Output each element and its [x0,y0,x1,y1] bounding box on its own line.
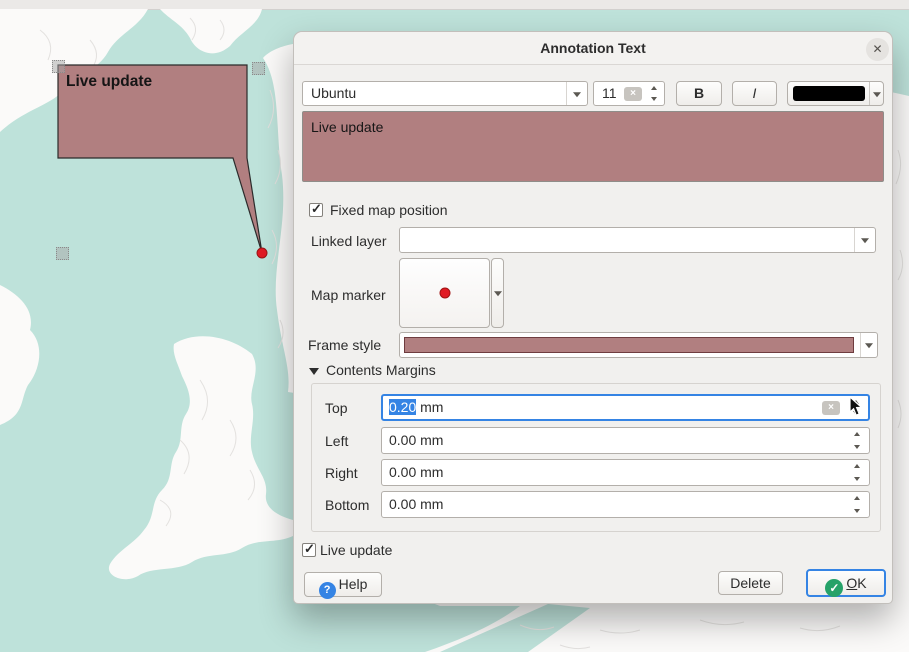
help-icon: ? [319,582,336,599]
map-marker-button[interactable] [399,258,490,328]
frame-style-preview [404,337,854,353]
margin-right-spinbox[interactable]: 0.00 mm [381,459,870,486]
canvas-top-strip [0,0,909,9]
clear-icon[interactable]: × [822,401,840,415]
contents-margins-header[interactable]: Contents Margins [326,362,436,378]
annotation-text-input[interactable]: Live update [302,111,884,182]
fixed-map-position-checkbox[interactable]: ✓ [309,203,323,217]
frame-style-combo[interactable] [399,332,878,358]
mouse-cursor-icon [849,396,864,417]
spin-down-icon[interactable] [854,477,860,481]
ok-button[interactable]: ✓OK [806,569,886,597]
margin-right-value: 0.00 mm [389,460,443,485]
font-family-value: Ubuntu [311,82,356,105]
margin-bottom-spinbox[interactable]: 0.00 mm [381,491,870,518]
check-icon: ✓ [311,201,322,217]
chevron-down-icon [494,291,502,296]
font-color-button[interactable] [787,81,884,106]
margin-top-spinbox[interactable]: 0.20 mm × [381,394,870,421]
italic-button[interactable]: I [732,81,777,106]
annotation-label: Live update [66,73,153,90]
clear-icon[interactable]: × [624,87,642,101]
delete-button[interactable]: Delete [718,571,783,595]
fixed-map-position-label: Fixed map position [330,202,448,218]
close-button[interactable]: ✕ [866,38,889,61]
map-marker-point[interactable] [257,248,267,258]
linked-layer-label: Linked layer [311,233,387,249]
margin-left-spinbox[interactable]: 0.00 mm [381,427,870,454]
check-icon: ✓ [304,541,315,557]
margin-bottom-value: 0.00 mm [389,492,443,517]
map-marker-label: Map marker [311,287,386,303]
spin-down-icon[interactable] [651,97,657,101]
margin-top-suffix: mm [416,399,443,415]
spin-up-icon[interactable] [651,86,657,90]
chevron-down-icon [865,343,873,348]
marker-dot-icon [439,288,450,299]
bold-button[interactable]: B [676,81,722,106]
selection-handle-top-left[interactable] [52,60,65,73]
linked-layer-combo[interactable] [399,227,876,253]
annotation-text-dialog: Annotation Text ✕ Ubuntu 11 × B I Live u… [293,31,893,604]
frame-style-arrow[interactable] [860,333,877,357]
frame-style-label: Frame style [308,337,381,353]
color-swatch [793,86,865,101]
selection-handle-bottom-left[interactable] [56,247,69,260]
selection-handle-top-right[interactable] [252,62,265,75]
margin-left-label: Left [325,433,348,449]
font-family-combo[interactable]: Ubuntu [302,81,588,106]
dialog-title: Annotation Text [294,32,892,64]
chevron-down-icon [861,238,869,243]
chevron-down-icon [573,92,581,97]
screen: { "colors": { "accent": "#3584e4", "anno… [0,0,909,652]
font-family-arrow[interactable] [566,82,587,105]
margin-right-label: Right [325,465,358,481]
margin-left-value: 0.00 mm [389,428,443,453]
margin-top-value: 0.20 [389,399,416,415]
annotation-text-value: Live update [311,119,383,135]
font-size-spinbox[interactable]: 11 × [593,81,665,106]
font-size-value: 11 [602,82,617,105]
chevron-down-icon [873,92,881,97]
spin-down-icon[interactable] [854,509,860,513]
collapse-triangle-icon[interactable] [309,368,319,375]
spin-down-icon[interactable] [854,445,860,449]
margin-bottom-label: Bottom [325,497,369,513]
live-update-checkbox[interactable]: ✓ [302,543,316,557]
font-color-arrow[interactable] [869,82,883,105]
map-marker-arrow-button[interactable] [491,258,504,328]
spin-up-icon[interactable] [854,464,860,468]
dialog-titlebar[interactable]: Annotation Text ✕ [294,32,892,65]
margin-top-label: Top [325,400,348,416]
ok-check-icon: ✓ [825,579,843,597]
linked-layer-arrow[interactable] [854,228,875,252]
help-button[interactable]: ?Help [304,572,382,597]
live-update-label: Live update [320,542,392,558]
spin-up-icon[interactable] [854,496,860,500]
spin-up-icon[interactable] [854,432,860,436]
close-icon: ✕ [872,42,882,56]
